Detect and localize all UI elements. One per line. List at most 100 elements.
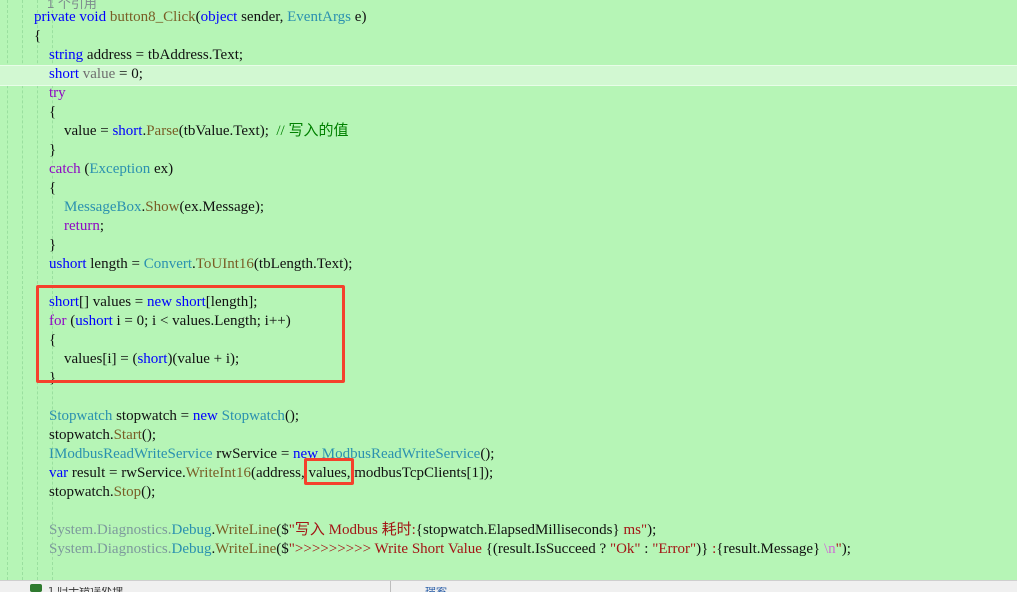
code-token: MessageBox: [64, 199, 142, 215]
code-token: values[i] = (: [64, 351, 138, 367]
code-token: System.Diagnostics.: [49, 541, 172, 557]
code-line[interactable]: {: [0, 179, 1017, 198]
bottom-panel-status-text: 1 归于错误处理: [48, 585, 124, 592]
code-token: [] values =: [79, 294, 148, 310]
code-line[interactable]: short[] values = new short[length];: [0, 293, 1017, 312]
code-token: {stopwatch.ElapsedMilliseconds}: [415, 522, 620, 538]
code-token: stopwatch =: [112, 408, 193, 424]
code-token: [length];: [205, 294, 258, 310]
code-token: WriteInt16: [185, 465, 251, 481]
code-line[interactable]: try: [0, 84, 1017, 103]
code-token: = 0;: [115, 66, 143, 82]
code-token: value =: [64, 123, 113, 139]
bottom-panel-strip[interactable]: 1 归于错误处理 搜索: [0, 580, 1017, 592]
code-token: rwService =: [212, 446, 294, 462]
code-token: return: [64, 218, 100, 234]
code-line[interactable]: }: [0, 236, 1017, 255]
code-token: short: [137, 351, 168, 367]
code-token: ();: [480, 446, 495, 462]
code-token: Stopwatch: [49, 408, 113, 424]
code-line[interactable]: ushort length = Convert.ToUInt16(tbLengt…: [0, 255, 1017, 274]
code-token: WriteLine: [215, 522, 277, 538]
code-token: "Error": [652, 541, 697, 557]
code-token: Start: [113, 427, 142, 443]
code-token: new: [147, 294, 173, 310]
code-line[interactable]: return;: [0, 217, 1017, 236]
code-line[interactable]: }: [0, 141, 1017, 160]
code-line[interactable]: for (ushort i = 0; i < values.Length; i+…: [0, 312, 1017, 331]
code-token: EventArgs: [287, 9, 352, 25]
code-token: {: [49, 332, 57, 348]
code-token: \n: [823, 541, 836, 557]
code-line[interactable]: [0, 559, 1017, 578]
code-token: ms": [619, 522, 648, 538]
code-token: stopwatch.: [49, 484, 114, 500]
code-token: try: [49, 85, 66, 101]
code-line[interactable]: {: [0, 331, 1017, 350]
code-token: }: [49, 370, 57, 386]
code-token: sender,: [237, 9, 288, 25]
code-token: length =: [86, 256, 144, 272]
code-token: stopwatch.: [49, 427, 114, 443]
code-token: Parse: [146, 123, 179, 139]
code-token: (: [66, 313, 76, 329]
code-line[interactable]: var result = rwService.WriteInt16(addres…: [0, 464, 1017, 483]
code-line[interactable]: value = short.Parse(tbValue.Text); // 写入…: [0, 122, 1017, 141]
code-token: (tbLength.Text);: [253, 256, 353, 272]
code-token: )(value + i);: [167, 351, 240, 367]
code-line[interactable]: [0, 388, 1017, 407]
code-line[interactable]: [0, 274, 1017, 293]
code-token: Exception: [89, 161, 151, 177]
code-token: System.Diagnostics.: [49, 522, 172, 538]
code-token: {(result.IsSucceed ?: [485, 541, 610, 557]
code-editor-window: 1 个引用 private void button8_Click(object …: [0, 0, 1017, 592]
code-token: (tbValue.Text);: [178, 123, 277, 139]
code-token: );: [647, 522, 657, 538]
code-line[interactable]: string address = tbAddress.Text;: [0, 46, 1017, 65]
code-token: IModbusReadWriteService: [49, 446, 213, 462]
code-line[interactable]: catch (Exception ex): [0, 160, 1017, 179]
code-token: ;: [99, 218, 104, 234]
code-token: );: [841, 541, 851, 557]
code-token: ();: [284, 408, 300, 424]
code-line[interactable]: short value = 0;: [0, 65, 1017, 84]
code-line[interactable]: [0, 502, 1017, 521]
code-editor-surface[interactable]: 1 个引用 private void button8_Click(object …: [0, 0, 1017, 580]
code-line[interactable]: System.Diagnostics.Debug.WriteLine($"写入 …: [0, 521, 1017, 540]
code-line[interactable]: IModbusReadWriteService rwService = new …: [0, 445, 1017, 464]
code-token: new: [293, 446, 319, 462]
code-token: button8_Click: [109, 9, 196, 25]
code-line[interactable]: Stopwatch stopwatch = new Stopwatch();: [0, 407, 1017, 426]
code-token: short: [175, 294, 206, 310]
code-line[interactable]: {: [0, 27, 1017, 46]
code-token: }: [49, 142, 57, 158]
code-line[interactable]: }: [0, 369, 1017, 388]
code-line[interactable]: stopwatch.Start();: [0, 426, 1017, 445]
code-line[interactable]: System.Diagnostics.Debug.WriteLine($">>>…: [0, 540, 1017, 559]
code-line[interactable]: private void button8_Click(object sender…: [0, 8, 1017, 27]
code-token: ">>>>>>>>> Write Short Value: [288, 541, 486, 557]
code-text-layer[interactable]: private void button8_Click(object sender…: [0, 8, 1017, 580]
code-token: ($: [276, 522, 289, 538]
code-token: catch: [49, 161, 81, 177]
code-line[interactable]: stopwatch.Stop();: [0, 483, 1017, 502]
bottom-panel-secondary-text: 搜索: [425, 585, 447, 592]
code-token: ();: [141, 427, 157, 443]
code-token: Debug: [171, 541, 212, 557]
code-token: result = rwService.: [68, 465, 186, 481]
code-token: (ex.Message);: [179, 199, 264, 215]
code-token: {: [34, 28, 42, 44]
code-token: var: [49, 465, 69, 481]
code-token: Stop: [113, 484, 142, 500]
code-token: // 写入的值: [276, 123, 349, 139]
code-token: ToUInt16: [195, 256, 254, 272]
code-token: WriteLine: [215, 541, 277, 557]
codelens-reference-count[interactable]: 1 个引用: [47, 0, 97, 12]
code-token: "Ok": [609, 541, 641, 557]
bottom-panel-inner: 1 归于错误处理 搜索: [0, 581, 1017, 592]
code-token: address = tbAddress.Text;: [83, 47, 244, 63]
code-line[interactable]: MessageBox.Show(ex.Message);: [0, 198, 1017, 217]
code-token: {result.Message}: [716, 541, 821, 557]
code-line[interactable]: values[i] = (short)(value + i);: [0, 350, 1017, 369]
code-line[interactable]: {: [0, 103, 1017, 122]
